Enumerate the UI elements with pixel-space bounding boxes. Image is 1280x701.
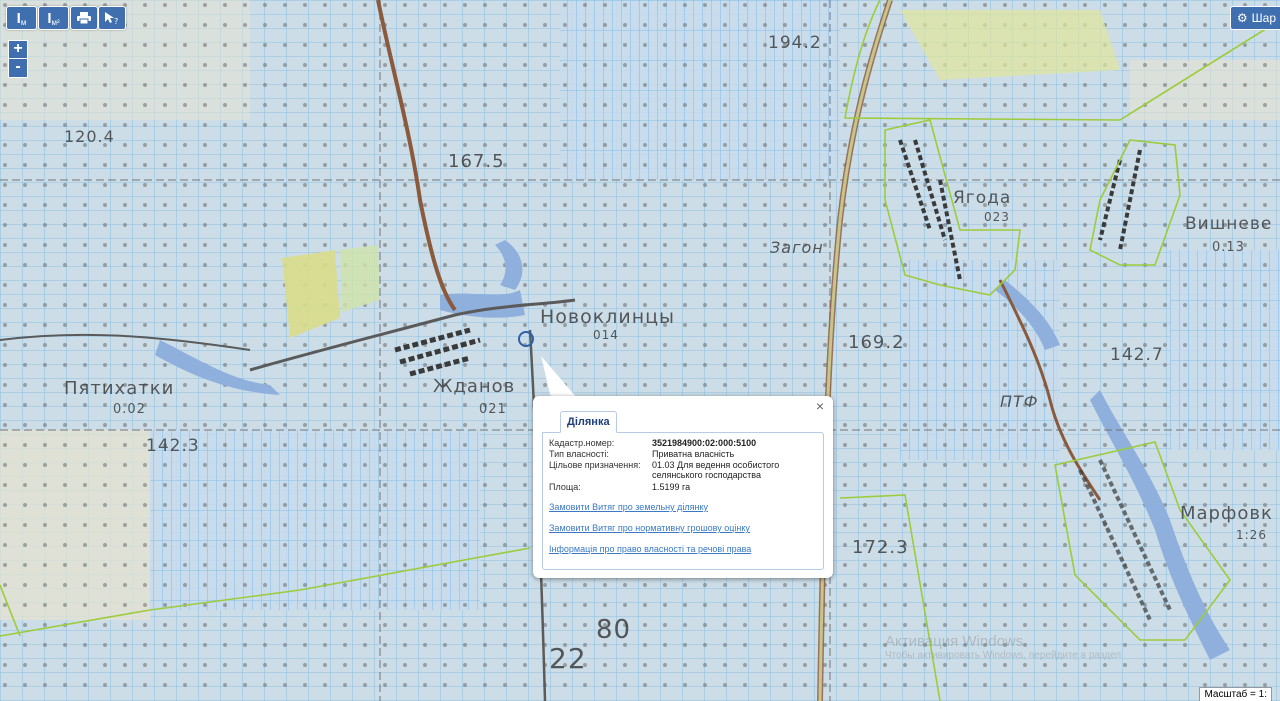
map-label-place: Загон [770, 238, 824, 257]
parcel-info-popup: × Ділянка Кадастр.номер: 3521984900:02:00… [533, 396, 833, 578]
info-row-area: Площа: 1.5199 га [549, 482, 812, 492]
map-label-place: ПТФ [1000, 392, 1039, 411]
windows-activation-watermark: Активация Windows Чтобы активировать Win… [885, 633, 1121, 661]
help-cursor-icon: ? [105, 12, 118, 25]
info-label: Тип власності: [549, 449, 609, 459]
measure-area-label: м² [51, 17, 60, 27]
map-label-settlement-code: 0.13 [1212, 240, 1245, 255]
map-label-settlement: Ягода [953, 188, 1012, 208]
popup-pointer [541, 356, 577, 398]
close-popup-button[interactable]: × [813, 399, 827, 413]
measure-length-label: м [20, 17, 27, 27]
info-label: Площа: [549, 482, 581, 492]
printer-icon [77, 12, 91, 24]
identify-button[interactable]: ? [98, 6, 126, 30]
info-row-ownership: Тип власності: Приватна власність [549, 449, 812, 459]
map-label-settlement: Вишневе [1185, 214, 1273, 234]
map-label-settlement: Пятихатки [64, 378, 175, 399]
map-label-settlement: Марфовк [1180, 503, 1273, 524]
measure-area-button[interactable]: Iм² [38, 6, 69, 30]
measure-length-button[interactable]: Iм [6, 6, 37, 30]
layers-button[interactable]: ⚙ Шар [1229, 6, 1280, 30]
zoom-out-button[interactable]: - [8, 58, 28, 78]
parcel-info-panel: Кадастр.номер: 3521984900:02:000:5100 Тип… [542, 432, 824, 570]
info-label: Кадастр.номер: [549, 438, 615, 448]
map-label-settlement-code: 023 [984, 210, 1010, 224]
map-label-elevation: 172.3 [852, 537, 909, 558]
order-valuation-link[interactable]: Замовити Витяг про нормативну грошову оц… [549, 523, 750, 533]
ownership-rights-link[interactable]: Інформація про право власності та речові… [549, 544, 751, 554]
map-label-grid-number: 80 [596, 615, 632, 645]
map-label-settlement: Новоклинцы [540, 306, 676, 328]
map-label-settlement-code: 1:26 [1236, 528, 1267, 542]
ownership-value: Приватна власність [652, 449, 735, 459]
map-label-elevation: 142.7 [1110, 345, 1164, 365]
zoom-in-button[interactable]: + [8, 40, 28, 60]
map-label-settlement-code: 0.02 [113, 402, 146, 417]
watermark-subtitle: Чтобы активировать Windows, перейдите в … [885, 650, 1122, 661]
map-label-elevation: 169.2 [848, 332, 905, 353]
map-label-elevation: 194.2 [768, 33, 822, 53]
cadastral-number-value: 3521984900:02:000:5100 [652, 438, 757, 448]
scale-label: Масштаб = 1: [1204, 689, 1267, 700]
info-row-purpose: Цільове призначення: 01.03 Для ведення ос… [549, 460, 812, 480]
svg-text:?: ? [114, 17, 118, 25]
order-extract-link[interactable]: Замовити Витяг про земельну ділянку [549, 502, 708, 512]
map-label-elevation: 142.3 [146, 436, 200, 456]
map-label-elevation: 120.4 [64, 127, 115, 146]
area-value: 1.5199 га [652, 482, 691, 492]
print-button[interactable] [70, 6, 98, 30]
info-row-cadastral: Кадастр.номер: 3521984900:02:000:5100 [549, 438, 812, 448]
info-label: Цільове призначення: [549, 460, 641, 470]
gear-icon: ⚙ [1236, 11, 1248, 25]
purpose-value: 01.03 Для ведення особистого селянського… [652, 460, 780, 480]
map-label-grid-number: 22 [549, 642, 587, 675]
scale-indicator: Масштаб = 1: [1199, 687, 1272, 701]
layers-label: Шар [1251, 11, 1276, 25]
map-canvas[interactable]: 194.2 120.4 167.5 Загон Новоклинцы 014 П… [0, 0, 1280, 701]
map-label-elevation: 167.5 [448, 151, 505, 172]
map-label-settlement: Жданов [433, 376, 516, 397]
tab-parcel[interactable]: Ділянка [560, 411, 617, 433]
map-label-settlement-code: 014 [593, 328, 619, 342]
map-base-layer [0, 0, 1280, 701]
map-label-settlement-code: 021 [479, 402, 507, 417]
watermark-title: Активация Windows [885, 633, 1024, 650]
